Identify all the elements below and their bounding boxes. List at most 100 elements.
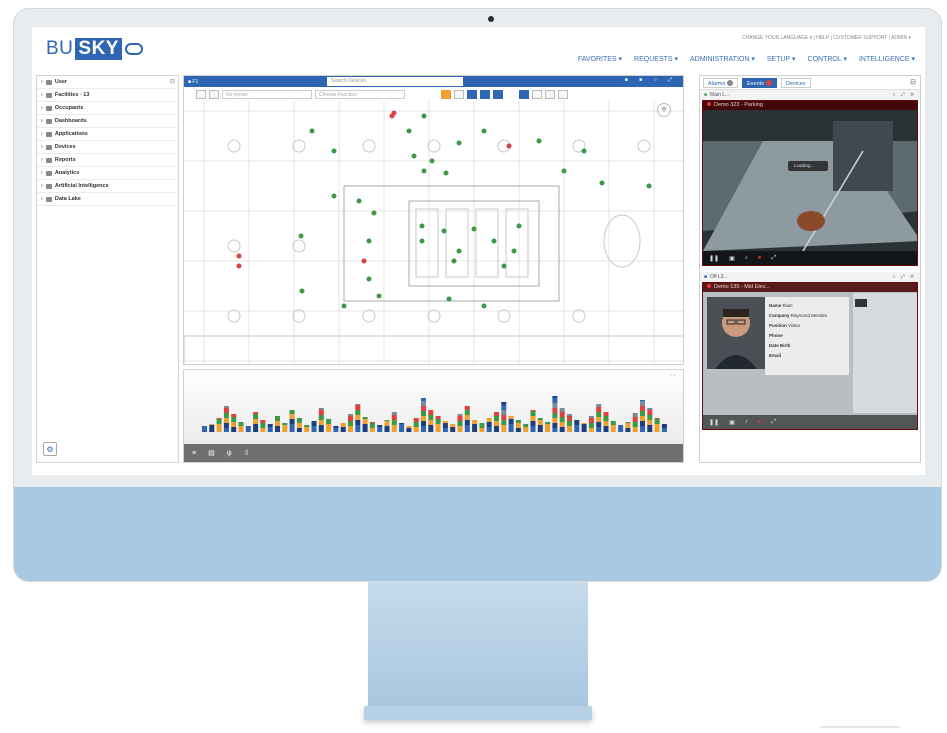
timeline-event-bar[interactable] <box>552 418 558 423</box>
timeline-event-bar[interactable] <box>231 422 237 427</box>
view-button-3[interactable] <box>493 89 503 99</box>
timeline-event-bar[interactable] <box>296 423 302 428</box>
timeline-event-bar[interactable] <box>494 412 499 416</box>
timeline-event-bar[interactable] <box>369 422 375 423</box>
tab-events[interactable]: Events <box>742 77 777 88</box>
timeline-event-bar[interactable] <box>428 415 434 420</box>
timeline-event-bar[interactable] <box>428 425 434 432</box>
timeline-event-bar[interactable] <box>501 410 507 415</box>
timeline-event-bar[interactable] <box>588 418 594 423</box>
timeline-event-bar[interactable] <box>318 420 324 425</box>
timeline-event-bar[interactable] <box>552 396 558 398</box>
timeline-event-bar[interactable] <box>289 424 295 432</box>
timeline-event-bar[interactable] <box>253 424 259 432</box>
timeline-event-bar[interactable] <box>413 422 419 427</box>
timeline-event-bar[interactable] <box>216 418 222 419</box>
timeline-event-bar[interactable] <box>253 412 259 414</box>
timeline-event-bar[interactable] <box>530 416 536 421</box>
edit-tool-button[interactable] <box>209 89 219 99</box>
timeline-event-bar[interactable] <box>355 425 361 432</box>
timeline-event-bar[interactable] <box>486 427 492 432</box>
tab-devices[interactable]: Devices <box>780 77 811 88</box>
timeline-event-bar[interactable] <box>596 422 602 427</box>
sidebar-item-occupants[interactable]: › Occupants <box>37 102 178 115</box>
timeline-event-bar[interactable] <box>625 423 631 428</box>
function-select[interactable]: Choose Function <box>315 89 405 99</box>
timeline-event-bar[interactable] <box>647 410 653 415</box>
map-window-controls[interactable]: ■ ■ ○ ⤢ <box>625 77 677 83</box>
timeline-event-bar[interactable] <box>545 424 551 432</box>
timeline-event-bar[interactable] <box>362 424 368 432</box>
timeline-event-bar[interactable] <box>552 403 558 408</box>
timeline-event-bar[interactable] <box>640 416 645 421</box>
timeline-event-bar[interactable] <box>464 415 470 420</box>
timeline-event-bar[interactable] <box>399 423 405 424</box>
timeline-event-bar[interactable] <box>501 425 507 432</box>
timeline-event-bar[interactable] <box>523 424 529 427</box>
timeline-event-bar[interactable] <box>515 423 521 428</box>
timeline-event-bar[interactable] <box>340 423 346 427</box>
timeline-event-bar[interactable] <box>654 419 660 424</box>
sidebar-item-reports[interactable]: › Reports <box>37 154 178 167</box>
sidebar-item-user[interactable]: › User <box>37 76 178 89</box>
preset-select[interactable]: No preset <box>222 89 312 99</box>
timeline-event-bar[interactable] <box>421 421 426 426</box>
zoom-in-button[interactable] <box>545 89 555 99</box>
timeline-event-bar[interactable] <box>552 398 558 403</box>
timeline-event-bar[interactable] <box>596 404 602 407</box>
timeline-event-bar[interactable] <box>567 416 572 421</box>
timeline-event-bar[interactable] <box>216 419 222 424</box>
timeline-event-bar[interactable] <box>238 422 244 426</box>
pointer-tool-button[interactable] <box>196 89 206 99</box>
timeline-event-bar[interactable] <box>654 424 660 432</box>
timeline-event-bar[interactable] <box>486 418 492 422</box>
timeline-event-bar[interactable] <box>304 427 310 432</box>
timeline-event-bar[interactable] <box>238 426 244 432</box>
camera-feed-parking[interactable]: Demo 323 - Parking Loading... ❚❚ ▣ ♪ ● ⤢ <box>702 100 918 266</box>
timeline-event-bar[interactable] <box>515 428 521 432</box>
timeline-event-bar[interactable] <box>355 404 361 405</box>
timeline-event-bar[interactable] <box>267 424 273 427</box>
timeline-event-bar[interactable] <box>384 421 390 426</box>
timeline-event-bar[interactable] <box>654 418 660 419</box>
timeline-event-bar[interactable] <box>559 408 565 412</box>
tab-alarms[interactable]: Alarms <box>703 77 739 88</box>
timeline-event-bar[interactable] <box>610 421 616 425</box>
timeline-event-bar[interactable] <box>603 421 609 426</box>
timeline-event-bar[interactable] <box>275 421 280 426</box>
timeline-event-bar[interactable] <box>559 417 565 422</box>
timeline-event-bar[interactable] <box>596 412 602 417</box>
audio-icon[interactable]: ♪ <box>745 255 748 261</box>
timeline-event-bar[interactable] <box>421 411 426 416</box>
timeline-event-bar[interactable] <box>574 420 580 425</box>
timeline-event-bar[interactable] <box>537 420 543 425</box>
timeline-event-bar[interactable] <box>567 421 572 426</box>
camera-row-2[interactable]: ■ Off L3... ○ ⤢ ✕ <box>700 272 920 282</box>
timeline-event-bar[interactable] <box>588 428 594 432</box>
pin-icon[interactable]: ⊟ <box>170 78 175 85</box>
timeline-event-bar[interactable] <box>530 421 536 426</box>
timeline-event-bar[interactable] <box>603 412 609 416</box>
timeline-event-bar[interactable] <box>450 424 456 427</box>
fullscreen-icon[interactable]: ⤢ <box>771 419 776 426</box>
pause-icon[interactable]: ❚❚ <box>709 255 719 262</box>
timeline-event-bar[interactable] <box>421 398 426 401</box>
timeline-event-bar[interactable] <box>355 405 361 410</box>
timeline-event-bar[interactable] <box>369 428 375 432</box>
timeline-event-bar[interactable] <box>355 420 361 425</box>
timeline-event-bar[interactable] <box>596 427 602 432</box>
timeline-event-bar[interactable] <box>318 408 324 410</box>
timeline-event-bar[interactable] <box>245 426 251 432</box>
timeline-event-bar[interactable] <box>486 422 492 427</box>
timeline-event-bar[interactable] <box>275 426 280 432</box>
timeline-event-bar[interactable] <box>508 416 514 419</box>
timeline-event-bar[interactable] <box>231 414 237 417</box>
filter-icon[interactable]: ψ <box>227 450 232 457</box>
sidebar-item-data-lake[interactable]: › Data Lake <box>37 193 178 206</box>
timeline-event-bar[interactable] <box>632 427 638 432</box>
timeline-event-bar[interactable] <box>610 425 616 432</box>
timeline-event-bar[interactable] <box>253 419 259 424</box>
filter-button[interactable] <box>454 89 464 99</box>
timeline-event-bar[interactable] <box>559 412 565 417</box>
timeline-event-bar[interactable] <box>632 417 638 422</box>
